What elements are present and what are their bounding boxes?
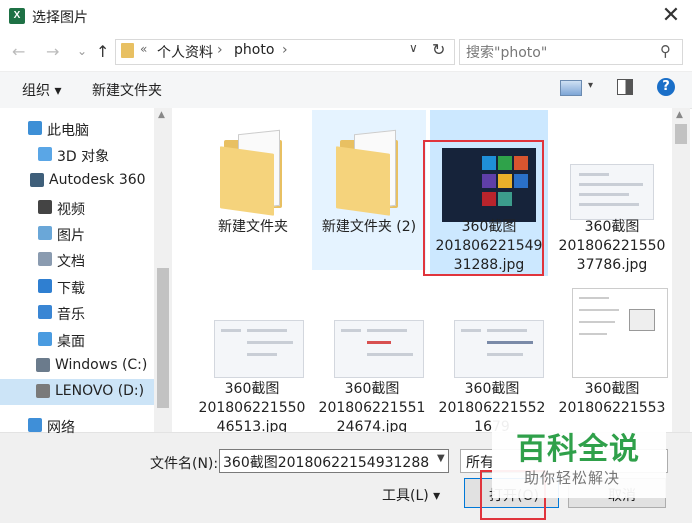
sidebar-item-3d-objects[interactable]: 3D 对象 [0,142,154,168]
sidebar-item-download[interactable]: 下载 [0,274,154,300]
sidebar-item-cloud[interactable]: Autodesk 360 [0,168,154,194]
path-overflow[interactable]: « [140,42,147,56]
file-item-folder-2[interactable]: 新建文件夹 (2) [312,110,426,270]
new-folder-button[interactable]: 新建文件夹 [92,80,162,100]
sidebar-item-label: Windows (C:) [55,357,148,373]
music-icon [38,305,52,319]
network-icon [28,418,42,432]
sidebar-item-label: 3D 对象 [57,149,110,165]
up-button[interactable]: ↑ [96,42,109,61]
file-name: 新建文件夹 [218,219,288,235]
file-item-folder[interactable]: 新建文件夹 [196,110,310,270]
pictures-icon [38,226,52,240]
file-name: 360截图 201806221550 37786.jpg [558,219,666,273]
documents-icon [38,252,52,266]
folder-icon [324,118,414,218]
close-button[interactable]: ✕ [650,0,692,32]
folder-icon [121,43,134,58]
breadcrumb-photo[interactable]: photo [234,42,274,58]
search-icon[interactable]: ⚲ [660,42,671,60]
sidebar-item-label: 网络 [47,420,75,436]
window-title: 选择图片 [32,10,88,26]
help-icon[interactable]: ? [657,78,675,96]
download-icon [38,279,52,293]
file-list-scrollbar[interactable] [672,108,690,432]
organize-button[interactable]: 组织 ▾ [22,80,61,100]
chevron-down-icon[interactable]: ▼ [437,453,445,464]
sidebar-item-label: 文档 [57,254,85,270]
preview-pane-icon[interactable] [617,79,633,95]
sidebar-item-label: 音乐 [57,307,85,323]
sidebar-item-network[interactable]: 网络 [0,413,154,439]
tools-button[interactable]: 工具(L) ▾ [382,485,440,505]
pc-icon [28,121,42,135]
sidebar-item-drive-d[interactable]: LENOVO (D:) [0,379,154,405]
excel-icon: X [9,8,25,24]
annotation-highlight [423,140,544,276]
scroll-up-icon[interactable]: ▲ [158,110,165,120]
sidebar-item-pictures[interactable]: 图片 [0,221,154,247]
file-name: 新建文件夹 (2) [321,219,417,235]
sidebar-item-documents[interactable]: 文档 [0,247,154,273]
filename-value[interactable]: 360截图20180622154931288.jpg [223,452,429,472]
3d-objects-icon [38,147,52,161]
sidebar-item-label: Autodesk 360 [49,172,146,188]
back-button[interactable]: ← [12,42,25,61]
title-bar [0,0,692,32]
image-thumbnail [444,280,544,380]
drive-c-icon [36,358,50,372]
breadcrumb-separator[interactable]: › [282,42,288,58]
sidebar-item-drive-c[interactable]: Windows (C:) [0,353,154,379]
sidebar-item-label: 图片 [57,228,85,244]
sidebar-scroll-thumb[interactable] [157,268,169,408]
sidebar-item-desktop[interactable]: 桌面 [0,327,154,353]
file-item-image[interactable]: 360截图 201806221553 [552,272,672,432]
refresh-icon[interactable]: ↻ [432,40,445,59]
view-dropdown-icon[interactable]: ▾ [588,80,593,91]
sidebar-item-label: 下载 [57,281,85,297]
image-thumbnail [564,118,654,220]
file-name: 360截图 201806221551 24674.jpg [318,381,426,435]
sidebar-item-music[interactable]: 音乐 [0,300,154,326]
sidebar-item-label: 桌面 [57,334,85,350]
sidebar-item-video[interactable]: 视频 [0,195,154,221]
filename-label: 文件名(N): [150,456,219,472]
file-item-image[interactable]: 360截图 201806221550 37786.jpg [552,110,672,273]
file-name: 360截图 201806221550 46513.jpg [198,381,306,435]
file-name: 360截图 201806221553 [558,381,666,416]
sidebar-item-label: 此电脑 [47,123,89,139]
scroll-up-icon[interactable]: ▲ [676,110,683,120]
video-icon [38,200,52,214]
image-thumbnail [324,280,424,380]
file-item-image[interactable]: 360截图 201806221551 24674.jpg [312,272,432,435]
sidebar-item-label: LENOVO (D:) [55,383,145,399]
file-item-image[interactable]: 360截图 201806221552 1679 [432,272,552,435]
watermark-title: 百科全说 [516,432,640,467]
recent-locations-button[interactable]: ⌄ [77,44,87,58]
watermark-subtitle: 助你轻松解决 [524,469,621,487]
file-list-scroll-thumb[interactable] [675,124,687,144]
breadcrumb-personal[interactable]: 个人资料 [157,42,213,62]
filetype-value: 所有 [466,455,494,471]
search-placeholder: 搜索"photo" [466,45,548,61]
drive-d-icon [36,384,50,398]
sidebar-item-label: 视频 [57,202,85,218]
forward-button[interactable]: → [46,42,59,61]
image-thumbnail [204,280,304,380]
desktop-icon [38,332,52,346]
sidebar-item-pc[interactable]: 此电脑 [0,116,154,142]
view-icon[interactable] [560,80,582,96]
image-thumbnail [564,280,668,380]
breadcrumb-separator[interactable]: › [217,42,223,58]
file-item-image[interactable]: 360截图 201806221550 46513.jpg [192,272,312,435]
address-dropdown-icon[interactable]: ∨ [409,41,418,55]
folder-icon [208,118,298,218]
cloud-icon [30,173,44,187]
